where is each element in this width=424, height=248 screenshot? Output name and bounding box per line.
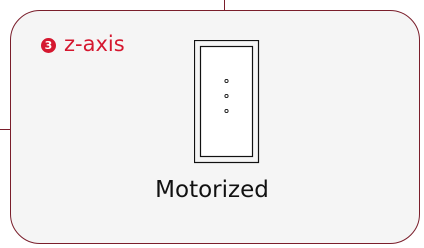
device-caption: Motorized: [155, 177, 269, 203]
motorized-stage-icon: [193, 39, 260, 168]
step-number-badge: 3: [41, 38, 56, 53]
top-connector-line: [224, 0, 225, 10]
axis-label: z-axis: [64, 32, 125, 56]
